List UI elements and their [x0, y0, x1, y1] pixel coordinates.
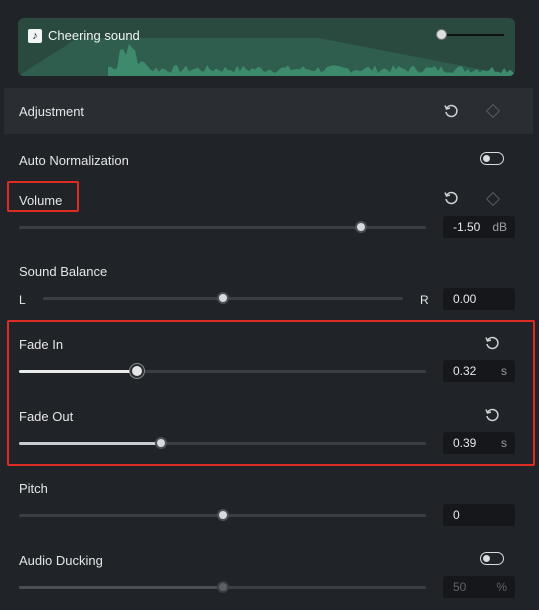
audio-ducking-toggle[interactable]	[480, 552, 504, 565]
volume-unit: dB	[492, 220, 507, 234]
auto-normalization-toggle[interactable]	[480, 152, 504, 165]
adjustment-header: Adjustment	[4, 88, 533, 134]
audio-ducking-slider-handle[interactable]	[216, 581, 229, 593]
volume-slider-handle[interactable]	[354, 221, 367, 233]
volume-highlight-box	[7, 181, 79, 212]
auto-normalization-label: Auto Normalization	[19, 153, 129, 168]
keyframe-diamond-icon[interactable]	[485, 103, 501, 119]
audio-ducking-value: 50	[453, 580, 467, 594]
clip-volume-handle[interactable]	[436, 29, 447, 40]
sound-balance-label: Sound Balance	[19, 264, 108, 279]
sound-balance-value: 0.00	[453, 292, 477, 306]
balance-right-label: R	[420, 293, 429, 307]
audio-clip-card[interactable]: ♪ Cheering sound	[18, 18, 515, 76]
volume-value-field[interactable]: -1.50 dB	[443, 216, 515, 238]
adjustment-title: Adjustment	[19, 104, 85, 119]
pitch-value: 0	[453, 508, 460, 522]
sound-balance-slider-handle[interactable]	[217, 292, 229, 304]
clip-title-text: Cheering sound	[48, 28, 140, 43]
pitch-slider-handle[interactable]	[216, 509, 229, 521]
audio-ducking-value-field[interactable]: 50 %	[443, 576, 515, 598]
volume-value: -1.50	[453, 220, 481, 234]
fade-highlight-box	[7, 320, 535, 466]
clip-title: ♪ Cheering sound	[28, 28, 140, 43]
audio-ducking-label: Audio Ducking	[19, 553, 103, 568]
reset-icon[interactable]	[443, 103, 459, 119]
balance-left-label: L	[19, 293, 26, 307]
pitch-label: Pitch	[19, 481, 48, 496]
volume-reset-icon[interactable]	[443, 190, 459, 206]
clip-volume-track[interactable]	[438, 34, 504, 36]
volume-keyframe-icon[interactable]	[485, 191, 501, 207]
sound-balance-value-field[interactable]: 0.00	[443, 288, 515, 310]
audio-ducking-unit: %	[496, 580, 507, 594]
audio-waveform	[18, 38, 515, 76]
music-note-icon: ♪	[28, 28, 42, 43]
pitch-value-field[interactable]: 0	[443, 504, 515, 526]
